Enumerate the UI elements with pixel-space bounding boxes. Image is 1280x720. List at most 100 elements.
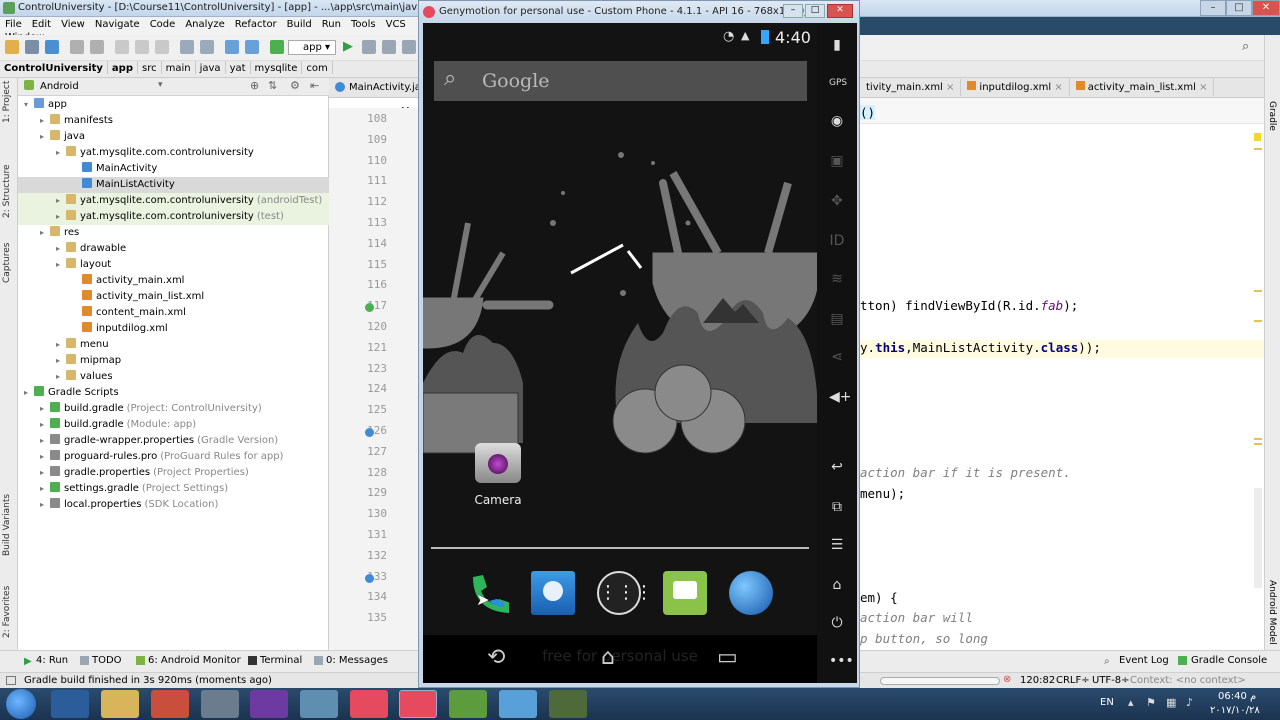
- override-gutter-icon[interactable]: [365, 573, 374, 583]
- notepad-icon[interactable]: [499, 690, 537, 718]
- tree-expander-icon[interactable]: ▸: [40, 481, 50, 496]
- maximize-button[interactable]: □: [805, 4, 825, 18]
- home-icon[interactable]: ⌂: [601, 645, 615, 670]
- minimize-button[interactable]: –: [783, 4, 803, 18]
- debug-icon[interactable]: [362, 40, 376, 54]
- menu-edit[interactable]: Edit: [27, 17, 56, 30]
- breadcrumb-item[interactable]: mysqlite: [251, 61, 303, 74]
- breadcrumb-item[interactable]: main: [162, 61, 196, 74]
- menu-refactor[interactable]: Refactor: [230, 17, 282, 30]
- gps-widget-icon[interactable]: GPS: [829, 75, 847, 91]
- tree-expander-icon[interactable]: ▸: [40, 497, 50, 512]
- chrome-icon[interactable]: [151, 690, 189, 718]
- structure-tool-tab[interactable]: 2: Structure: [2, 165, 12, 219]
- flag-icon[interactable]: ⚑: [1146, 696, 1156, 709]
- chevron-down-icon[interactable]: ▾: [158, 80, 163, 90]
- network-icon[interactable]: ▦: [1166, 696, 1176, 709]
- tree-item[interactable]: ▸ layout: [18, 257, 329, 273]
- tree-item[interactable]: ▸ gradle-wrapper.properties (Gradle Versio…: [18, 433, 329, 449]
- open-folder-icon[interactable]: [5, 40, 19, 54]
- tree-expander-icon[interactable]: ▸: [40, 433, 50, 448]
- caret-position[interactable]: 120:82: [1020, 675, 1055, 686]
- tree-expander-icon[interactable]: ▸: [56, 257, 66, 272]
- tree-expander-icon[interactable]: ▸: [56, 145, 66, 160]
- tree-item[interactable]: ▸ drawable: [18, 241, 329, 257]
- build-variants-tool-tab[interactable]: Build Variants: [2, 494, 12, 556]
- messages-tool-tab[interactable]: 0: Messages: [326, 655, 388, 666]
- language-indicator[interactable]: EN: [1100, 697, 1114, 708]
- paste-icon[interactable]: [155, 40, 169, 54]
- menu-navigate[interactable]: Navigate: [90, 17, 145, 30]
- messaging-icon[interactable]: [663, 571, 707, 615]
- tree-item[interactable]: ▸ values: [18, 369, 329, 385]
- tree-item[interactable]: ▸ res: [18, 225, 329, 241]
- tree-expander-icon[interactable]: ▸: [40, 225, 50, 240]
- tab-inputdilog-xml[interactable]: inputdilog.xml ×: [961, 78, 1070, 96]
- gradle-tool-tab[interactable]: Gradle: [1267, 101, 1277, 131]
- id-widget-icon[interactable]: ID: [829, 233, 845, 249]
- tree-expander-icon[interactable]: ▸: [40, 449, 50, 464]
- camera-app-shortcut[interactable]: Camera: [471, 443, 525, 513]
- project-tool-tab[interactable]: 1: Project: [2, 81, 12, 123]
- genymotion-active-icon[interactable]: [399, 690, 437, 718]
- search-everywhere-icon[interactable]: ⌕: [1242, 39, 1249, 54]
- file-encoding[interactable]: UTF-8÷: [1092, 675, 1130, 686]
- camera-widget-icon[interactable]: ◉: [829, 113, 845, 129]
- run-config-select[interactable]: app ▾: [288, 40, 336, 55]
- video-widget-icon[interactable]: ▣: [829, 153, 845, 169]
- code-line[interactable]: tton) findViewById(R.id.fab);: [860, 298, 1078, 313]
- code-comment[interactable]: p button, so long: [860, 631, 988, 646]
- breadcrumb-item[interactable]: app: [108, 61, 138, 74]
- close-button[interactable]: ✕: [827, 4, 853, 18]
- tree-expander-icon[interactable]: ▸: [56, 209, 66, 224]
- tree-expander-icon[interactable]: ▸: [40, 129, 50, 144]
- error-stripe-mark[interactable]: [1254, 443, 1262, 445]
- more-icon[interactable]: •••: [829, 653, 854, 669]
- browser-icon[interactable]: [729, 571, 773, 615]
- sms-widget-icon[interactable]: ▤: [829, 311, 845, 327]
- error-stripe-mark[interactable]: [1254, 438, 1262, 440]
- tree-item[interactable]: ▸ yat.mysqlite.com.controluniversity (andr…: [18, 193, 329, 209]
- close-tab-icon[interactable]: ×: [946, 82, 954, 93]
- hide-icon[interactable]: ⇤: [310, 79, 319, 92]
- project-view-select[interactable]: Android: [40, 81, 79, 92]
- remote-widget-icon[interactable]: ✥: [829, 193, 845, 209]
- error-stripe-mark[interactable]: [1254, 148, 1262, 150]
- window-icon[interactable]: [6, 676, 16, 685]
- breadcrumb-item[interactable]: com: [302, 61, 333, 74]
- code-line[interactable]: em) {: [860, 590, 898, 605]
- collapse-icon[interactable]: ⇅: [268, 79, 277, 92]
- tree-item[interactable]: ▸ build.gradle (Module: app): [18, 417, 329, 433]
- copy-icon[interactable]: [135, 40, 149, 54]
- avd-icon[interactable]: [402, 40, 416, 54]
- explorer-icon[interactable]: [101, 690, 139, 718]
- tree-item[interactable]: activity_main_list.xml: [18, 289, 329, 305]
- code-comment[interactable]: action bar if it is present.: [860, 465, 1071, 480]
- tree-expander-icon[interactable]: ▸: [40, 401, 50, 416]
- find-icon[interactable]: [180, 40, 194, 54]
- target-icon[interactable]: ⊕: [250, 79, 259, 92]
- visual-studio-icon[interactable]: [250, 690, 288, 718]
- context-status[interactable]: Context: <no context>: [1130, 675, 1246, 686]
- android-monitor-tool-tab[interactable]: 6: Android Monitor: [148, 655, 241, 666]
- tree-expander-icon[interactable]: ▸: [40, 465, 50, 480]
- tree-expander-icon[interactable]: ▸: [56, 353, 66, 368]
- menu-view[interactable]: View: [56, 17, 90, 30]
- maximize-button[interactable]: □: [1226, 0, 1252, 16]
- sync-icon[interactable]: [45, 40, 59, 54]
- menu-vcs[interactable]: VCS: [381, 17, 411, 30]
- tree-item[interactable]: ▸ mipmap: [18, 353, 329, 369]
- tree-item[interactable]: ▸ build.gradle (Project: ControlUniversity…: [18, 401, 329, 417]
- volume-icon[interactable]: ♪: [1186, 696, 1193, 709]
- make-icon[interactable]: [270, 40, 284, 54]
- tree-expander-icon[interactable]: ▾: [24, 97, 34, 112]
- recent-button-icon[interactable]: ⧉: [829, 499, 845, 515]
- line-separator[interactable]: CRLF÷: [1056, 675, 1090, 686]
- scrollbar-thumb[interactable]: [1254, 488, 1262, 588]
- tab-activity-main-xml[interactable]: tivity_main.xml ×: [860, 79, 962, 96]
- warning-marker[interactable]: [1254, 133, 1261, 141]
- forward-icon[interactable]: [245, 40, 259, 54]
- close-button[interactable]: ✕: [1252, 0, 1280, 16]
- tree-expander-icon[interactable]: ▸: [56, 193, 66, 208]
- tree-expander-icon[interactable]: ▸: [24, 385, 34, 400]
